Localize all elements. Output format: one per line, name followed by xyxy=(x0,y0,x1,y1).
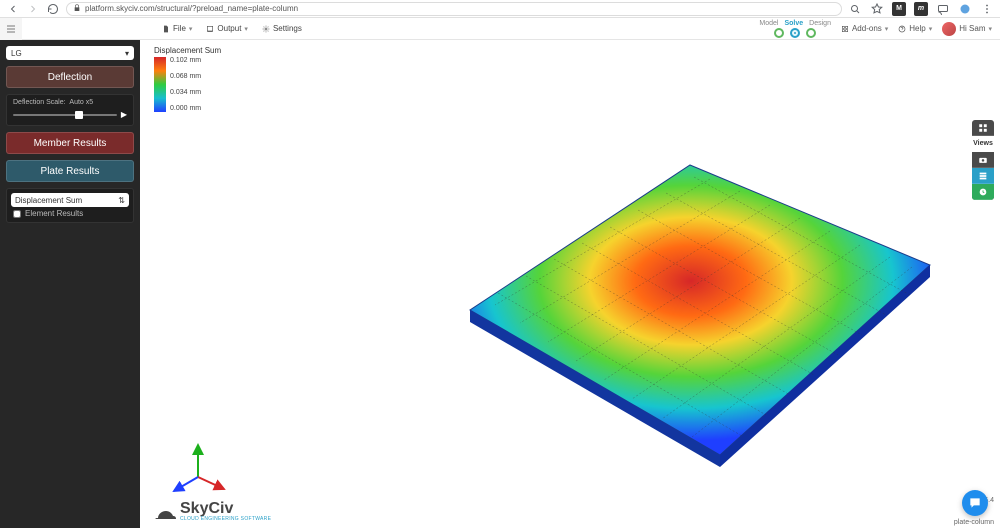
avatar xyxy=(942,22,956,36)
tool-views[interactable]: Views xyxy=(972,136,994,152)
legend-colorbar xyxy=(154,57,166,112)
model-name-label: plate-column xyxy=(954,519,994,526)
url-bar[interactable]: platform.skyciv.com/structural/?preload_… xyxy=(66,2,842,16)
legend-title: Displacement Sum xyxy=(154,46,221,55)
tab-design[interactable]: Design xyxy=(809,20,831,27)
load-case-select[interactable]: LG▾ xyxy=(6,46,134,60)
tool-blue[interactable] xyxy=(972,168,994,184)
tab-model[interactable]: Model xyxy=(759,20,778,27)
profile-icon[interactable] xyxy=(958,2,972,16)
chevron-down-icon: ▾ xyxy=(189,25,193,33)
panel-plate-results[interactable]: Plate Results xyxy=(6,160,134,182)
extension-2[interactable]: m xyxy=(914,2,928,16)
settings-menu[interactable]: Settings xyxy=(262,24,302,33)
mode-tabs[interactable]: Model Solve Design xyxy=(759,20,831,38)
menu-dots-icon[interactable] xyxy=(980,2,994,16)
chat-launcher[interactable] xyxy=(962,490,988,516)
skyciv-logo: SkyCiv CLOUD ENGINEERING SOFTWARE xyxy=(154,501,271,522)
addons-menu[interactable]: Add-ons▾ xyxy=(841,24,888,33)
left-sidebar: LG▾ Deflection Deflection Scale: Auto x5… xyxy=(0,40,140,528)
back-button[interactable] xyxy=(6,2,20,16)
right-toolbox: Views xyxy=(972,120,994,200)
canvas-viewport[interactable]: Displacement Sum 0.102 mm 0.068 mm 0.034… xyxy=(140,40,1000,528)
extension-1[interactable]: M xyxy=(892,2,906,16)
hamburger-icon[interactable] xyxy=(0,18,22,40)
forward-button[interactable] xyxy=(26,2,40,16)
panel-deflection[interactable]: Deflection xyxy=(6,66,134,88)
result-type-select[interactable]: Displacement Sum⇅ xyxy=(11,193,129,207)
lock-icon xyxy=(73,4,81,14)
chevron-down-icon: ▾ xyxy=(244,25,248,33)
chevron-down-icon: ▾ xyxy=(885,25,889,33)
reload-button[interactable] xyxy=(46,2,60,16)
tab-dot-model[interactable] xyxy=(774,28,784,38)
star-icon[interactable] xyxy=(870,2,884,16)
help-menu[interactable]: Help▾ xyxy=(898,24,932,33)
chevron-down-icon: ▾ xyxy=(988,25,992,33)
axis-gizmo xyxy=(168,437,228,502)
zoom-icon[interactable] xyxy=(848,2,862,16)
tool-multiview[interactable] xyxy=(972,120,994,136)
plate-render xyxy=(440,135,940,500)
play-button[interactable]: ▶ xyxy=(121,110,127,119)
file-menu[interactable]: File▾ xyxy=(162,24,192,33)
panel-member-results[interactable]: Member Results xyxy=(6,132,134,154)
cast-icon[interactable] xyxy=(936,2,950,16)
deflection-scale-slider[interactable] xyxy=(13,114,117,116)
updown-icon: ⇅ xyxy=(118,196,125,205)
tool-green[interactable] xyxy=(972,184,994,200)
chevron-down-icon: ▾ xyxy=(929,25,933,33)
tool-camera[interactable] xyxy=(972,152,994,168)
tab-dot-design[interactable] xyxy=(806,28,816,38)
deflection-scale-box: Deflection Scale: Auto x5 ▶ xyxy=(6,94,134,126)
url-text: platform.skyciv.com/structural/?preload_… xyxy=(85,4,835,13)
tab-dot-solve[interactable] xyxy=(790,28,800,38)
color-legend: Displacement Sum 0.102 mm 0.068 mm 0.034… xyxy=(154,46,221,112)
output-menu[interactable]: Output▾ xyxy=(206,24,248,33)
element-results-checkbox[interactable]: Element Results xyxy=(11,207,129,218)
user-menu[interactable]: Hi Sam▾ xyxy=(942,22,992,36)
chevron-down-icon: ▾ xyxy=(125,49,129,58)
tab-solve[interactable]: Solve xyxy=(784,20,803,27)
slider-thumb[interactable] xyxy=(75,111,83,119)
